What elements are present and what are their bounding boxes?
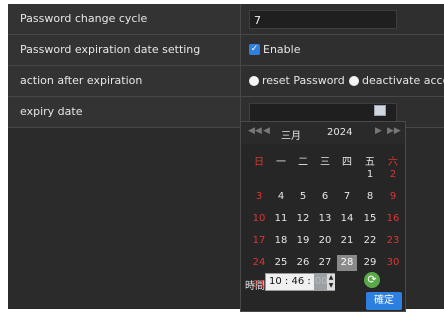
calendar-day[interactable]: 26 [293, 255, 313, 271]
deactivate-account-radio[interactable] [349, 76, 359, 86]
weekday-header: 一 [276, 157, 286, 168]
refresh-icon[interactable]: ⟳ [364, 272, 380, 288]
enable-checkbox[interactable]: ✓ [249, 44, 260, 55]
calendar-day[interactable]: 9 [383, 189, 403, 205]
weekday-header: 日 [254, 157, 264, 168]
next-year-icon[interactable]: ▶▶ [387, 126, 401, 136]
calendar-day[interactable]: 16 [383, 211, 403, 227]
time-value: 10 : 46 : [269, 276, 311, 287]
calendar-day[interactable]: 15 [360, 211, 380, 227]
calendar-day[interactable]: 30 [383, 255, 403, 271]
date-picker-header: ◀◀ ◀ 三月 2024 ▶ ▶▶ [241, 122, 405, 144]
calendar-day[interactable]: 24 [249, 255, 269, 271]
password-change-cycle-input[interactable]: 7 [249, 10, 397, 29]
calendar-day[interactable]: 5 [293, 189, 313, 205]
prev-year-icon[interactable]: ◀◀ [248, 126, 262, 136]
weekday-header: 五 [365, 157, 375, 168]
next-month-icon[interactable]: ▶ [375, 126, 382, 136]
spin-down-icon[interactable]: ▼ [327, 282, 335, 290]
calendar-day[interactable]: 7 [337, 189, 357, 205]
password-change-cycle-label: Password change cycle [20, 12, 148, 25]
password-change-cycle-row: Password change cycle 7 [8, 4, 444, 35]
password-expiration-label: Password expiration date setting [20, 43, 201, 56]
calendar-day[interactable]: 19 [293, 233, 313, 249]
calendar-day[interactable]: 31 [249, 277, 269, 293]
weekday-header: 三 [320, 157, 330, 168]
calendar-day[interactable]: 18 [271, 233, 291, 249]
time-input[interactable]: 10 : 46 : 00 [265, 273, 335, 291]
spin-up-icon[interactable]: ▲ [327, 274, 335, 282]
reset-password-label: reset Password [262, 74, 345, 87]
weekday-header: 六 [388, 157, 398, 168]
password-change-cycle-cell: 7 [240, 4, 444, 34]
calendar-day-selected[interactable]: 28 [337, 255, 357, 271]
calendar-day[interactable]: 22 [360, 233, 380, 249]
password-expiration-cell: ✓ Enable [240, 35, 444, 65]
calendar-year[interactable]: 2024 [327, 127, 352, 138]
confirm-button[interactable]: 確定 [366, 292, 402, 310]
calendar-day[interactable]: 13 [315, 211, 335, 227]
calendar-day[interactable]: 2 [383, 167, 403, 183]
calendar-day[interactable]: 6 [315, 189, 335, 205]
calendar-day[interactable]: 10 [249, 211, 269, 227]
action-after-expiration-row: action after expiration reset Password d… [8, 66, 444, 97]
calendar-icon[interactable] [374, 105, 386, 116]
expiry-date-label: expiry date [20, 105, 83, 118]
calendar-day[interactable]: 11 [271, 211, 291, 227]
prev-month-icon[interactable]: ◀ [263, 126, 270, 136]
calendar-day[interactable]: 3 [249, 189, 269, 205]
calendar-day[interactable]: 27 [315, 255, 335, 271]
calendar-day[interactable]: 20 [315, 233, 335, 249]
calendar-day[interactable]: 21 [337, 233, 357, 249]
calendar-month[interactable]: 三月 [281, 127, 301, 142]
weekday-header: 二 [298, 157, 308, 168]
time-spinner[interactable]: ▲ ▼ [327, 274, 335, 290]
calendar-day[interactable]: 4 [271, 189, 291, 205]
calendar-day[interactable]: 8 [360, 189, 380, 205]
calendar-day[interactable]: 1 [360, 167, 380, 183]
calendar-day[interactable]: 23 [383, 233, 403, 249]
weekday-header: 四 [342, 157, 352, 168]
deactivate-account-label: deactivate account [362, 74, 444, 87]
calendar-day[interactable]: 29 [360, 255, 380, 271]
calendar-day[interactable]: 25 [271, 255, 291, 271]
password-expiration-row: Password expiration date setting ✓ Enabl… [8, 35, 444, 66]
date-picker-popup: ◀◀ ◀ 三月 2024 ▶ ▶▶ 時間 10 : 46 : 00 ▲ ▼ ⟳ … [240, 121, 406, 312]
action-after-expiration-label: action after expiration [20, 74, 143, 87]
action-after-expiration-cell: reset Password deactivate account [240, 66, 444, 96]
enable-checkbox-label: Enable [263, 43, 301, 56]
calendar-day[interactable]: 12 [293, 211, 313, 227]
reset-password-radio[interactable] [249, 76, 259, 86]
calendar-day[interactable]: 14 [337, 211, 357, 227]
calendar-day[interactable]: 17 [249, 233, 269, 249]
